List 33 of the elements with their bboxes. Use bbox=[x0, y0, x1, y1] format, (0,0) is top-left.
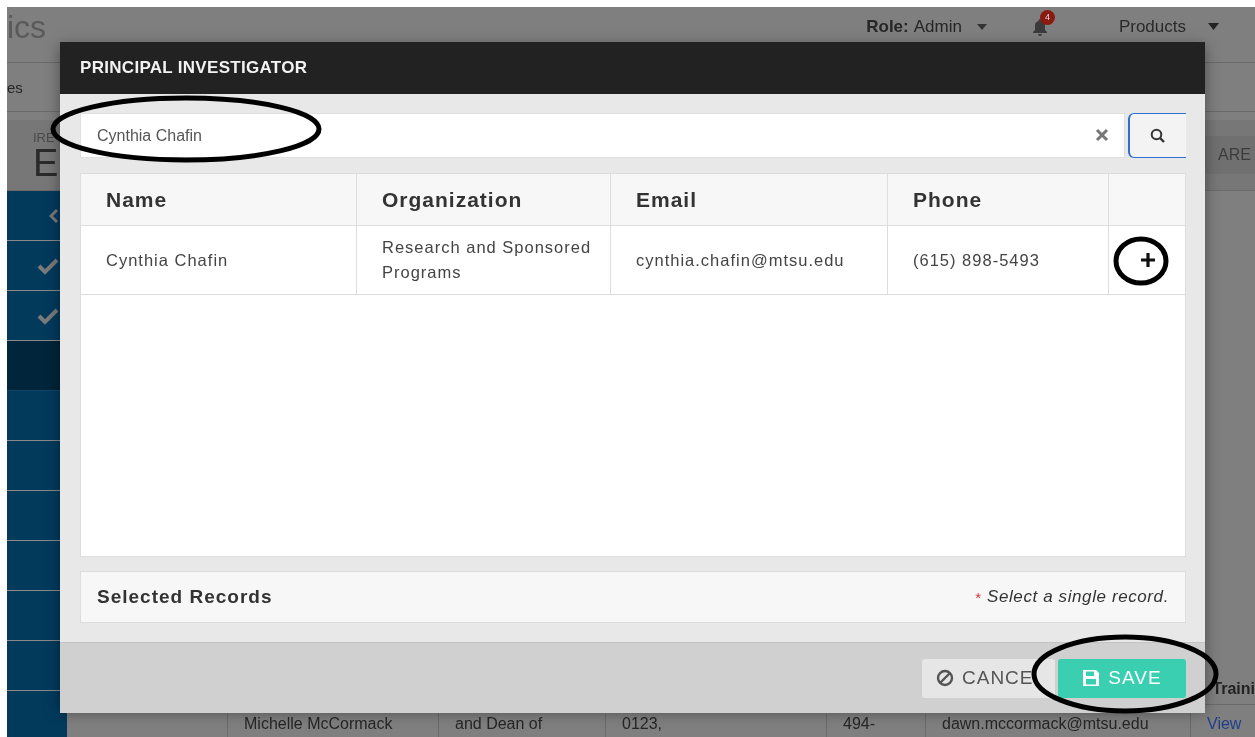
add-button[interactable] bbox=[1140, 252, 1156, 268]
search-field[interactable]: Cynthia Chafin bbox=[80, 113, 1125, 158]
hint-text: Select a single record. bbox=[987, 587, 1169, 607]
chevron-left-icon bbox=[49, 207, 59, 224]
nav-tab[interactable]: es bbox=[7, 78, 23, 96]
plus-icon bbox=[1140, 252, 1156, 268]
role-menu[interactable]: Role: Admin bbox=[866, 16, 987, 37]
table-cell-text: Cynthia Chafin bbox=[106, 249, 229, 271]
caret-icon bbox=[976, 23, 987, 30]
section-title: Selected Records bbox=[97, 586, 273, 608]
page-title: E bbox=[33, 144, 59, 181]
column-header: Phone bbox=[888, 174, 1109, 226]
notification-badge: 4 bbox=[1039, 9, 1055, 25]
required-mark: * bbox=[975, 588, 981, 606]
cancel-icon bbox=[936, 669, 954, 687]
modal-title: PRINCIPAL INVESTIGATOR bbox=[80, 58, 308, 78]
clear-icon[interactable] bbox=[1095, 128, 1109, 142]
column-header: Name bbox=[81, 174, 357, 226]
products-menu[interactable]: Products bbox=[1118, 16, 1219, 37]
annotation-ellipse bbox=[1113, 236, 1169, 286]
search-button[interactable] bbox=[1128, 113, 1186, 158]
save-button[interactable]: SAVE bbox=[1058, 658, 1186, 698]
column-header: Traini bbox=[1212, 680, 1255, 698]
check-icon bbox=[37, 256, 59, 275]
check-icon bbox=[37, 306, 59, 325]
column-header: Organization bbox=[357, 174, 611, 226]
caret-icon bbox=[1208, 23, 1219, 30]
table-cell-text: cynthia.chafin@mtsu.edu bbox=[636, 249, 845, 271]
column-header: Email bbox=[611, 174, 888, 226]
cancel-button[interactable]: CANCE bbox=[922, 658, 1055, 698]
table-cell-text: (615) 898-5493 bbox=[913, 249, 1040, 271]
table-cell-text: Research and Sponsored Programs bbox=[382, 237, 593, 283]
search-icon bbox=[1150, 127, 1166, 144]
